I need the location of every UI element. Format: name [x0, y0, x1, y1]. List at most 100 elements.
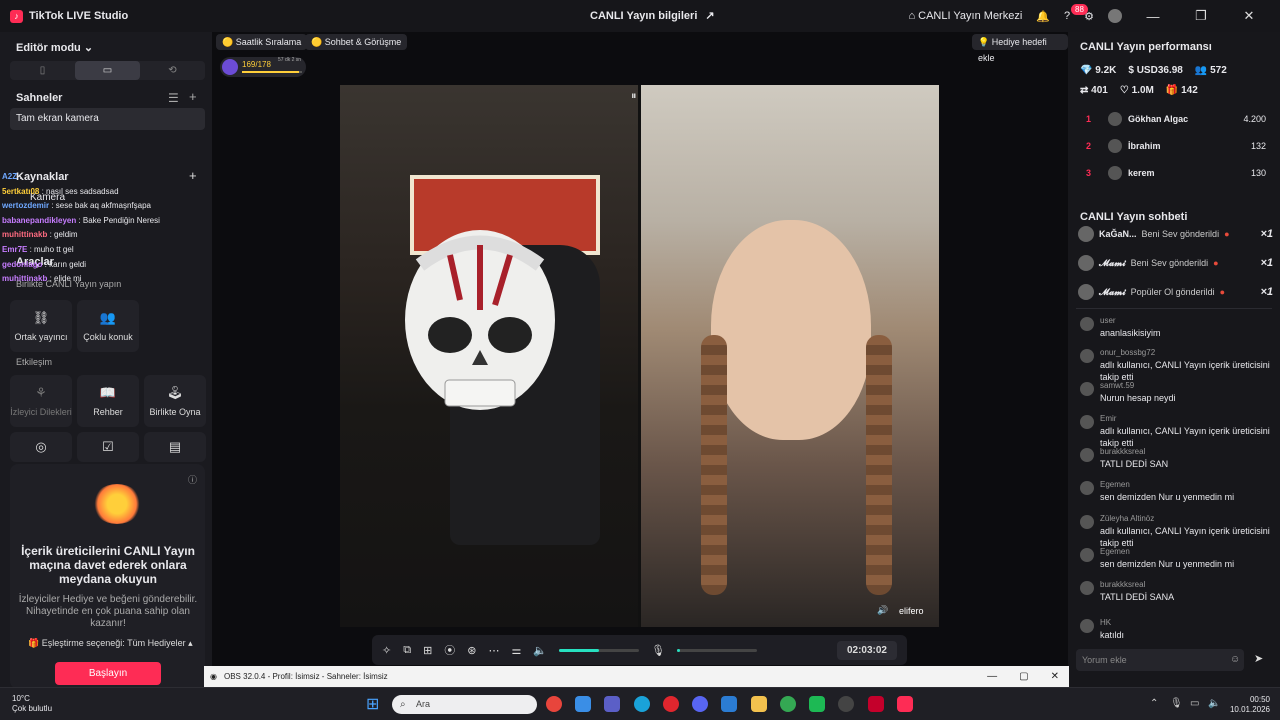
match-option[interactable]: 🎁 Eşleştirme seçeneği: Tüm Hediyeler ▴	[28, 638, 193, 649]
usd-stat: $ USD36.98	[1128, 65, 1183, 76]
app-icon[interactable]	[809, 696, 825, 712]
chrome-icon[interactable]	[546, 696, 562, 712]
avatar	[1080, 382, 1094, 396]
obs-window-bar[interactable]: ◉ OBS 32.0.4 - Profil: İsimsiz - Sahnele…	[204, 666, 1069, 687]
record-icon[interactable]: ⦿	[444, 642, 455, 658]
live-info-title[interactable]: CANLI Yayın bilgileri ↗	[590, 9, 715, 23]
send-icon[interactable]: ➤	[1254, 652, 1263, 665]
obs-taskbar-icon[interactable]	[838, 696, 854, 712]
comment-item[interactable]: Emir adlı kullanıcı, CANLI Yayın içerik ü…	[1080, 413, 1270, 449]
overlay-chat-text: nasıl ses sadsadsad	[46, 186, 119, 196]
share-icon[interactable]: ↗	[705, 9, 714, 22]
stats-row-1: 💎 9.2K $ USD36.98 👥 572	[1080, 65, 1227, 76]
live-center-button[interactable]: ⌂ CANLI Yayın Merkezi	[908, 10, 1022, 22]
mic-icon[interactable]: 🎙	[651, 644, 665, 657]
comment-item[interactable]: burakkksreal TATLI DEDİ SANA	[1080, 579, 1270, 603]
add-scene-icon[interactable]: +	[189, 89, 197, 104]
tool-tile[interactable]: ☑	[77, 432, 139, 462]
overlay-chat-user: 5ertkatı08	[2, 186, 40, 196]
split-icon[interactable]: ⏸	[631, 90, 637, 103]
chat-call-chip[interactable]: 🟡 Sohbet & Görüşme	[305, 34, 408, 50]
chrome-alt-icon[interactable]	[780, 696, 796, 712]
comment-item[interactable]: Züleyha Altinöz adlı kullanıcı, CANLI Yay…	[1080, 513, 1270, 549]
multi-guest-label: Çoklu konuk	[83, 332, 133, 342]
landscape-option[interactable]: ▭	[75, 61, 140, 80]
ranking-row[interactable]: 3 kerem 130	[1086, 164, 1266, 182]
ranking-row[interactable]: 2 İbrahim 132	[1086, 137, 1266, 155]
obs-maximize-button[interactable]: ▢	[1019, 666, 1028, 687]
discord-icon[interactable]	[692, 696, 708, 712]
obs-minimize-button[interactable]: —	[987, 666, 997, 687]
comment-item[interactable]: Egemen sen demizden Nur u yenmedin mi	[1080, 479, 1270, 503]
comment-item[interactable]: HK katıldı	[1080, 617, 1270, 641]
host-video	[340, 85, 638, 627]
help-icon[interactable]: ⓘ	[188, 473, 197, 486]
comment-item[interactable]: onur_bossbg72 adlı kullanıcı, CANLI Yayın…	[1080, 347, 1270, 383]
portrait-option[interactable]: ▯	[10, 61, 75, 80]
editor-mode-dropdown[interactable]: Editör modu ⌄	[16, 41, 93, 54]
comment-item[interactable]: burakkksreal TATLI DEDİ SAN	[1080, 446, 1270, 470]
tool-tile[interactable]: ◎	[10, 432, 72, 462]
play-together-button[interactable]: 🕹 Birlikte Oyna	[144, 375, 206, 427]
list-icon[interactable]: ☰	[168, 91, 179, 105]
emoji-icon[interactable]: ☺	[1230, 654, 1240, 665]
edge-icon[interactable]	[634, 696, 650, 712]
taskbar-search[interactable]: Ara	[392, 695, 537, 714]
taskbar-clock[interactable]: 00:50 10.01.2026	[1230, 695, 1270, 715]
overlay-chat-user: muhittinakb	[2, 274, 48, 284]
tray-display-icon[interactable]: ▭	[1190, 698, 1199, 709]
match-illustration	[92, 484, 142, 524]
teams-icon[interactable]	[604, 696, 620, 712]
minimize-button[interactable]: —	[1136, 9, 1170, 24]
folder-icon[interactable]	[751, 696, 767, 712]
obs-close-button[interactable]: ✕	[1051, 666, 1059, 687]
help-icon[interactable]: ?	[1064, 10, 1070, 22]
mail-icon[interactable]	[721, 696, 737, 712]
tray-mic-icon[interactable]: 🎙	[1170, 698, 1183, 709]
comment-user: user	[1100, 316, 1116, 325]
screen-add-icon[interactable]: ⧉	[403, 644, 411, 657]
avatar[interactable]	[1108, 9, 1122, 23]
more-icon[interactable]: ⋯	[489, 644, 500, 657]
bell-icon[interactable]: 🔔	[1036, 10, 1050, 23]
overlay-chat-line: muhittinakb : elide mi	[2, 274, 82, 284]
tray-chevron-icon[interactable]: ⌃	[1150, 698, 1158, 709]
start-button[interactable]: Başlayın	[55, 662, 161, 685]
opera-icon[interactable]	[663, 696, 679, 712]
settings-sliders-icon[interactable]: ⚌	[512, 644, 522, 657]
rank-number: 3	[1086, 168, 1092, 178]
scene-item[interactable]: Tam ekran kamera	[10, 108, 205, 130]
hourly-ranking-chip[interactable]: 🟡 Saatlik Sıralama	[216, 34, 308, 50]
comment-item[interactable]: Egemen sen demizden Nur u yenmedin mi	[1080, 546, 1270, 570]
level-progress: 169/178 57 dk 2 sn	[220, 57, 306, 77]
media-icon[interactable]	[868, 696, 884, 712]
rotate-option[interactable]: ⟲	[140, 61, 205, 80]
ranking-row[interactable]: 1 Gökhan Algac 4.200	[1086, 110, 1266, 128]
guide-button[interactable]: 📖 Rehber	[77, 375, 139, 427]
chat-title: CANLI Yayın sohbeti	[1080, 211, 1188, 223]
comment-input[interactable]: Yorum ekle	[1076, 649, 1244, 671]
co-host-button[interactable]: ⛓ Ortak yayıncı	[10, 300, 72, 352]
effects-icon[interactable]: ⊛	[467, 644, 476, 657]
comment-item[interactable]: samwt.59 Nurun hesap neydi	[1080, 380, 1270, 404]
store-icon[interactable]	[575, 696, 591, 712]
stats-row-2: ⇄ 401 ♡ 1.0M 🎁 142	[1080, 85, 1198, 96]
magic-icon[interactable]: ✧	[382, 644, 391, 657]
avatar	[1080, 515, 1094, 529]
windows-start-icon[interactable]: ⊞	[366, 694, 379, 714]
comment-item[interactable]: user ananlasikisiyim	[1080, 315, 1270, 339]
close-button[interactable]: ✕	[1232, 8, 1266, 24]
tiktok-taskbar-icon[interactable]	[897, 696, 913, 712]
comment-text: sen demizden Nur u yenmedin mi	[1100, 492, 1235, 502]
volume-slider[interactable]	[559, 648, 640, 652]
weather-widget[interactable]: 10°C Çok bulutlu	[12, 694, 52, 714]
gift-goal-chip[interactable]: 💡 Hediye hedefi ekle	[972, 34, 1068, 63]
volume-icon[interactable]: 🔈	[533, 644, 547, 657]
maximize-button[interactable]: ❐	[1184, 8, 1218, 24]
tool-tile[interactable]: ▤	[144, 432, 206, 462]
multi-guest-button[interactable]: 👥 Çoklu konuk	[77, 300, 139, 352]
mic-slider[interactable]	[677, 648, 758, 652]
viewer-wishes-button[interactable]: ⚘ İzleyici Dilekleri	[10, 375, 72, 427]
layout-icon[interactable]: ⊞	[423, 644, 432, 657]
tray-speaker-icon[interactable]: 🔈	[1208, 698, 1220, 709]
